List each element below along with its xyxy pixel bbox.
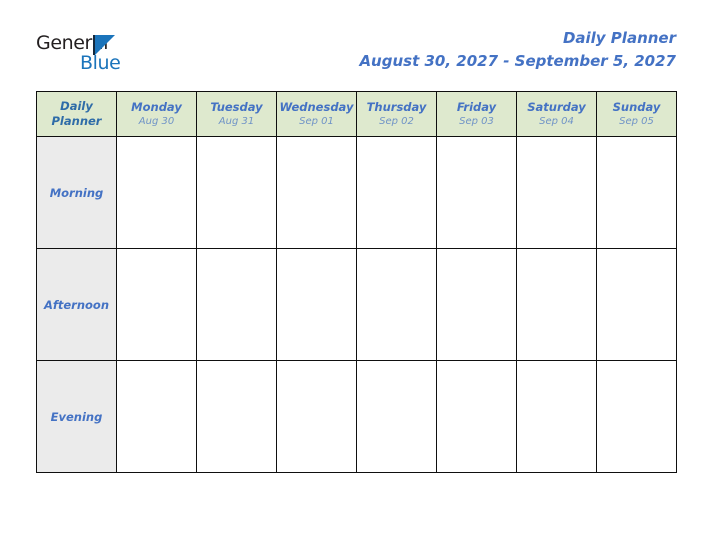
slot-morning-monday[interactable] bbox=[116, 136, 197, 249]
title-block: Daily Planner August 30, 2027 - Septembe… bbox=[359, 28, 676, 72]
day-date-label: Sep 04 bbox=[539, 115, 574, 127]
day-date-label: Sep 02 bbox=[379, 115, 414, 127]
slot-afternoon-wednesday[interactable] bbox=[276, 248, 357, 361]
day-date-label: Aug 30 bbox=[138, 115, 175, 127]
table-row: Afternoon bbox=[36, 248, 677, 361]
page-title: Daily Planner bbox=[562, 29, 676, 47]
corner-label-line1: Daily bbox=[60, 99, 93, 113]
row-label-text: Evening bbox=[50, 409, 103, 424]
day-date-label: Aug 31 bbox=[218, 115, 255, 127]
slot-evening-friday[interactable] bbox=[436, 360, 517, 473]
slot-evening-saturday[interactable] bbox=[516, 360, 597, 473]
day-name-label: Monday bbox=[131, 99, 182, 114]
table-row: Morning bbox=[36, 136, 677, 249]
slot-afternoon-sunday[interactable] bbox=[596, 248, 677, 361]
row-label-morning: Morning bbox=[36, 136, 117, 249]
day-date-label: Sep 03 bbox=[459, 115, 494, 127]
day-name-label: Saturday bbox=[527, 99, 586, 114]
slot-evening-tuesday[interactable] bbox=[196, 360, 277, 473]
day-name-label: Thursday bbox=[366, 99, 427, 114]
slot-afternoon-tuesday[interactable] bbox=[196, 248, 277, 361]
day-header-thursday: Thursday Sep 02 bbox=[356, 91, 437, 137]
table-row: Evening bbox=[36, 360, 677, 473]
general-blue-logo[interactable]: General Blue bbox=[36, 32, 216, 78]
slot-evening-monday[interactable] bbox=[116, 360, 197, 473]
day-name-label: Wednesday bbox=[279, 99, 354, 114]
planner-corner-header: Daily Planner bbox=[36, 91, 117, 137]
day-header-friday: Friday Sep 03 bbox=[436, 91, 517, 137]
date-range: August 30, 2027 - September 5, 2027 bbox=[359, 52, 676, 70]
slot-afternoon-monday[interactable] bbox=[116, 248, 197, 361]
row-label-text: Morning bbox=[49, 185, 104, 200]
row-label-afternoon: Afternoon bbox=[36, 248, 117, 361]
day-date-label: Sep 05 bbox=[619, 115, 654, 127]
slot-morning-tuesday[interactable] bbox=[196, 136, 277, 249]
slot-evening-wednesday[interactable] bbox=[276, 360, 357, 473]
day-name-label: Friday bbox=[456, 99, 497, 114]
day-header-tuesday: Tuesday Aug 31 bbox=[196, 91, 277, 137]
slot-morning-wednesday[interactable] bbox=[276, 136, 357, 249]
slot-afternoon-saturday[interactable] bbox=[516, 248, 597, 361]
slot-morning-friday[interactable] bbox=[436, 136, 517, 249]
day-header-wednesday: Wednesday Sep 01 bbox=[276, 91, 357, 137]
slot-evening-thursday[interactable] bbox=[356, 360, 437, 473]
day-name-label: Sunday bbox=[612, 99, 661, 114]
planner-header-row: Daily Planner Monday Aug 30 Tuesday Aug … bbox=[36, 91, 677, 137]
day-date-label: Sep 01 bbox=[299, 115, 334, 127]
day-header-saturday: Saturday Sep 04 bbox=[516, 91, 597, 137]
planner-page: General Blue Daily Planner August 30, 20… bbox=[0, 0, 712, 550]
corner-label-line2: Planner bbox=[51, 114, 102, 128]
slot-morning-sunday[interactable] bbox=[596, 136, 677, 249]
daily-planner-table: Daily Planner Monday Aug 30 Tuesday Aug … bbox=[36, 91, 677, 473]
page-header: General Blue Daily Planner August 30, 20… bbox=[36, 28, 676, 80]
slot-morning-saturday[interactable] bbox=[516, 136, 597, 249]
row-label-text: Afternoon bbox=[43, 297, 110, 312]
slot-morning-thursday[interactable] bbox=[356, 136, 437, 249]
day-header-monday: Monday Aug 30 bbox=[116, 91, 197, 137]
slot-evening-sunday[interactable] bbox=[596, 360, 677, 473]
logo-word-blue: Blue bbox=[80, 52, 121, 74]
slot-afternoon-thursday[interactable] bbox=[356, 248, 437, 361]
day-name-label: Tuesday bbox=[210, 99, 263, 114]
day-header-sunday: Sunday Sep 05 bbox=[596, 91, 677, 137]
row-label-evening: Evening bbox=[36, 360, 117, 473]
slot-afternoon-friday[interactable] bbox=[436, 248, 517, 361]
